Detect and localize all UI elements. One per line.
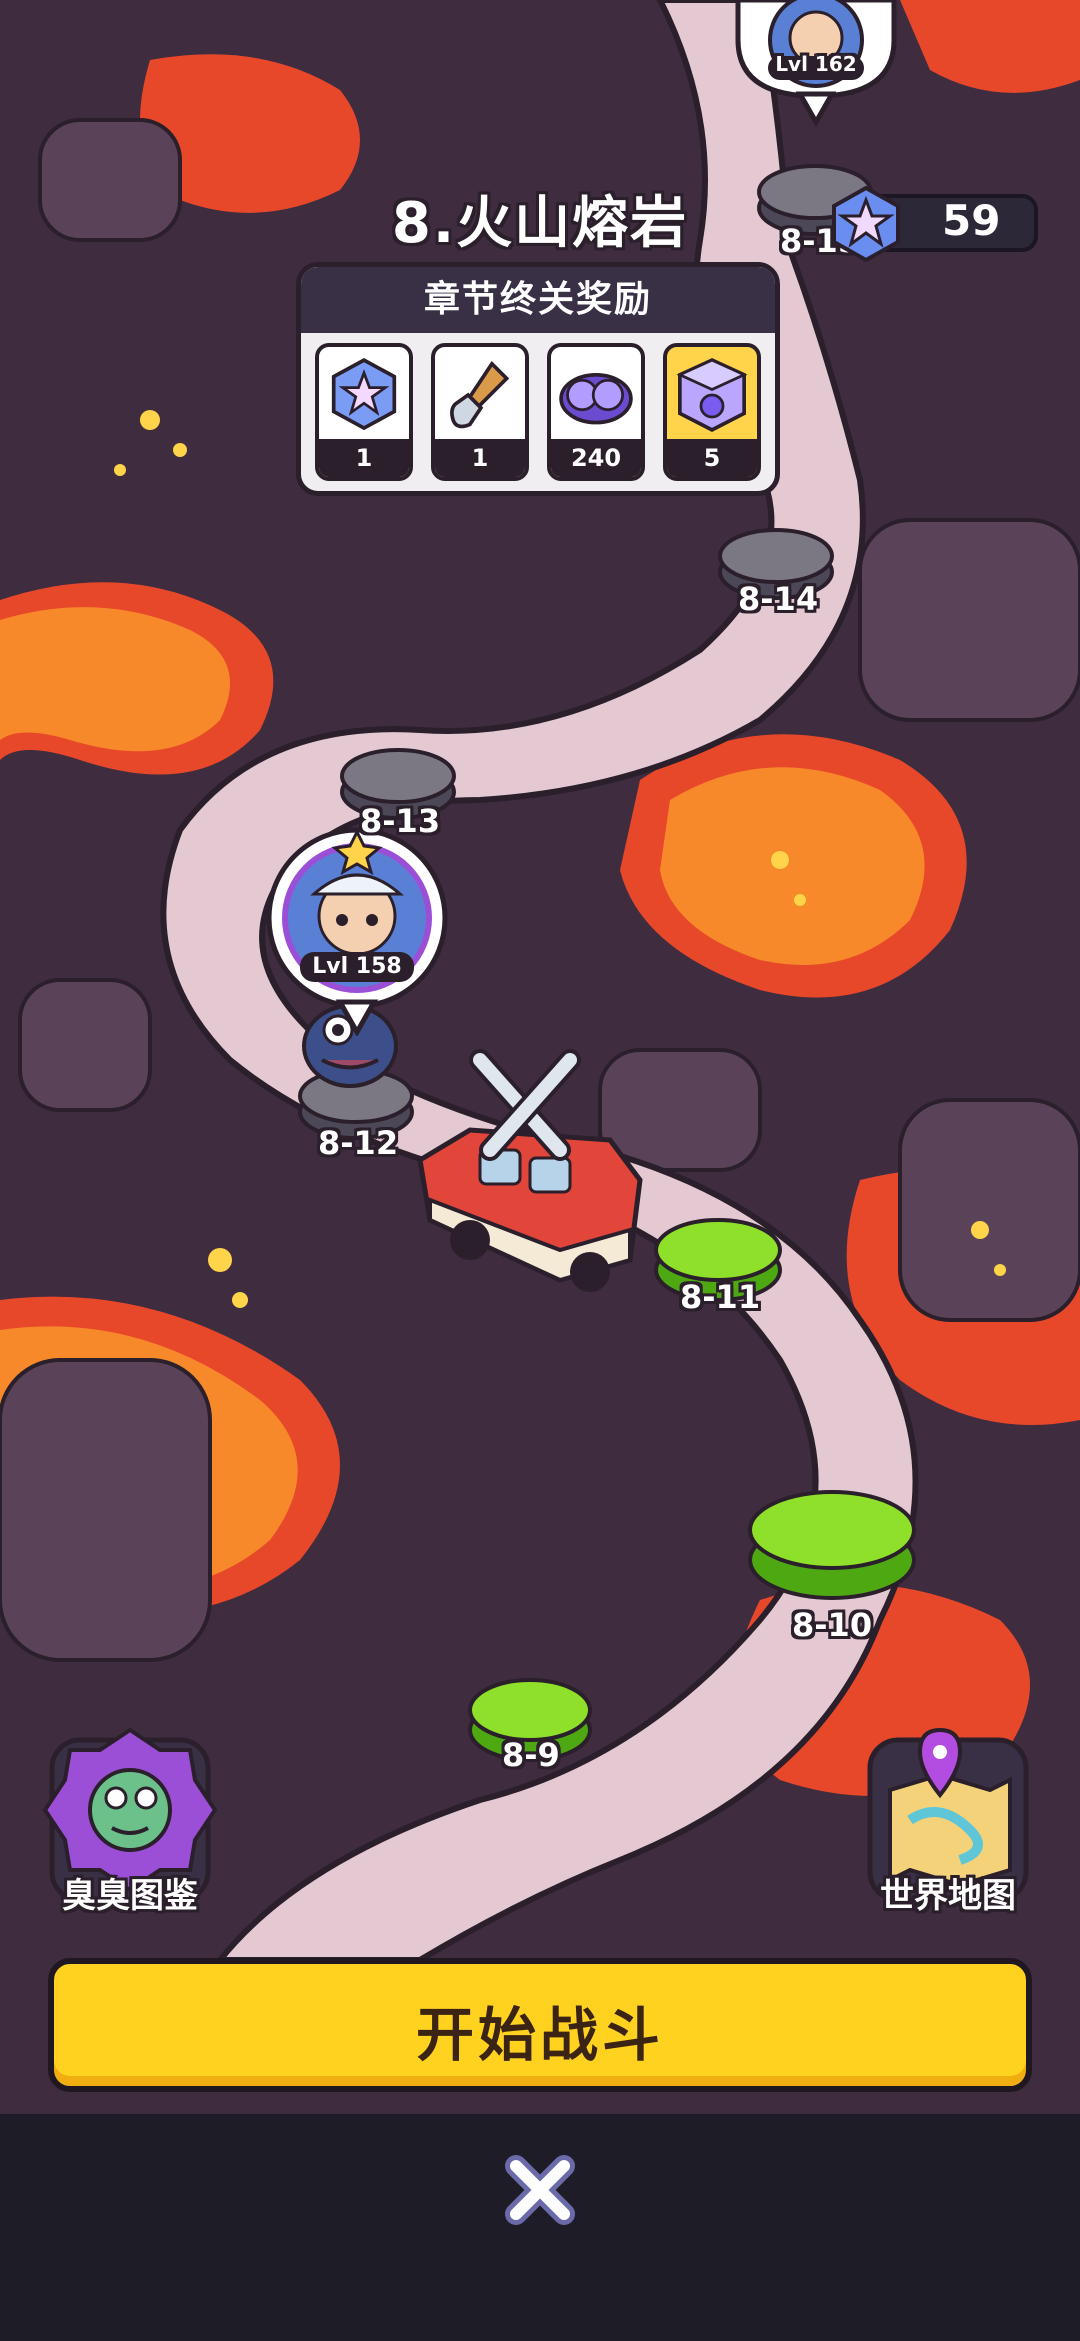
reward-count: 1 [435,439,525,477]
currency-value: 59 [942,196,1001,245]
player-level-top: Lvl 162 [775,52,857,76]
reward-item-mystery-box[interactable]: 5 [663,343,761,481]
player-level-current: Lvl 158 [312,954,402,979]
node-label-8-14: 8-14 [738,580,819,618]
start-battle-label: 开始战斗 [415,2001,664,2069]
player-avatar-top[interactable]: Lvl 162 [728,0,904,130]
purple-orbs-icon [559,372,633,425]
reward-item-shovel[interactable]: 1 [431,343,529,481]
close-icon[interactable] [500,2150,580,2230]
world-map-button[interactable]: 世界地图 [868,1740,1028,1920]
reward-count: 240 [551,439,641,477]
world-map-label: 世界地图 [880,1876,1016,1916]
star-badge-icon [331,358,397,431]
reward-header: 章节终关奖励 [301,267,775,333]
chapter-reward-panel: 章节终关奖励 1 1 240 5 [296,262,780,496]
reward-item-purple-orbs[interactable]: 240 [547,343,645,481]
star-badge-icon [832,186,900,262]
node-label-8-10: 8-10 [792,1606,873,1644]
shovel-icon [450,360,510,429]
start-battle-button[interactable]: 开始战斗 [48,1958,1032,2092]
reward-count: 1 [319,439,409,477]
reward-count: 5 [667,439,757,477]
star-currency-counter[interactable]: 59 [822,186,1042,262]
zombie-guide-label: 臭臭图鉴 [62,1876,198,1916]
zombie-guide-button[interactable]: 臭臭图鉴 [50,1740,210,1920]
node-label-8-12: 8-12 [318,1124,399,1162]
player-avatar-current[interactable]: Lvl 158 [264,826,450,1038]
reward-item-star-badge[interactable]: 1 [315,343,413,481]
mystery-box-icon [676,358,748,432]
node-label-8-9: 8-9 [502,1736,560,1774]
node-label-8-11: 8-11 [680,1278,761,1316]
node-label-8-13: 8-13 [360,802,441,840]
